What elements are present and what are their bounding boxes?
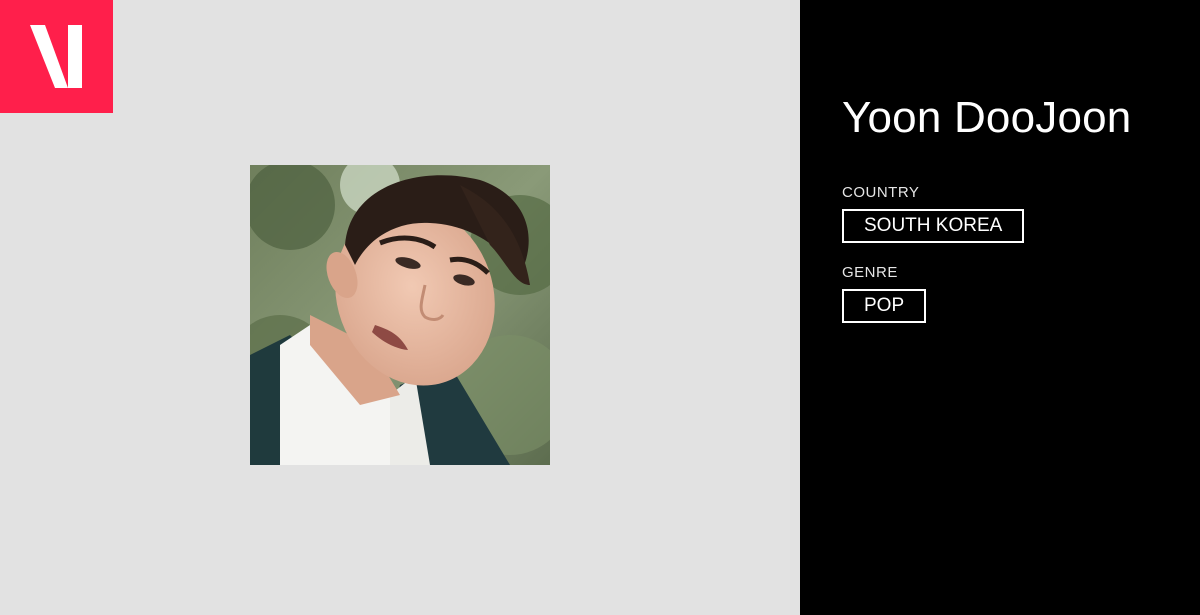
artist-name: Yoon DooJoon (842, 93, 1132, 142)
photo-panel (0, 0, 800, 615)
genre-tag[interactable]: POP (842, 289, 927, 323)
portrait-image (250, 165, 550, 465)
artist-card-page: Yoon DooJoon COUNTRY SOUTH KOREA GENRE P… (0, 0, 1200, 615)
country-label: COUNTRY (842, 184, 920, 201)
artist-photo (250, 165, 550, 465)
country-tag[interactable]: SOUTH KOREA (842, 209, 1025, 243)
v-logo-icon (30, 25, 82, 88)
brand-logo[interactable] (0, 0, 113, 113)
genre-label: GENRE (842, 264, 898, 281)
info-panel: Yoon DooJoon COUNTRY SOUTH KOREA GENRE P… (800, 0, 1200, 615)
